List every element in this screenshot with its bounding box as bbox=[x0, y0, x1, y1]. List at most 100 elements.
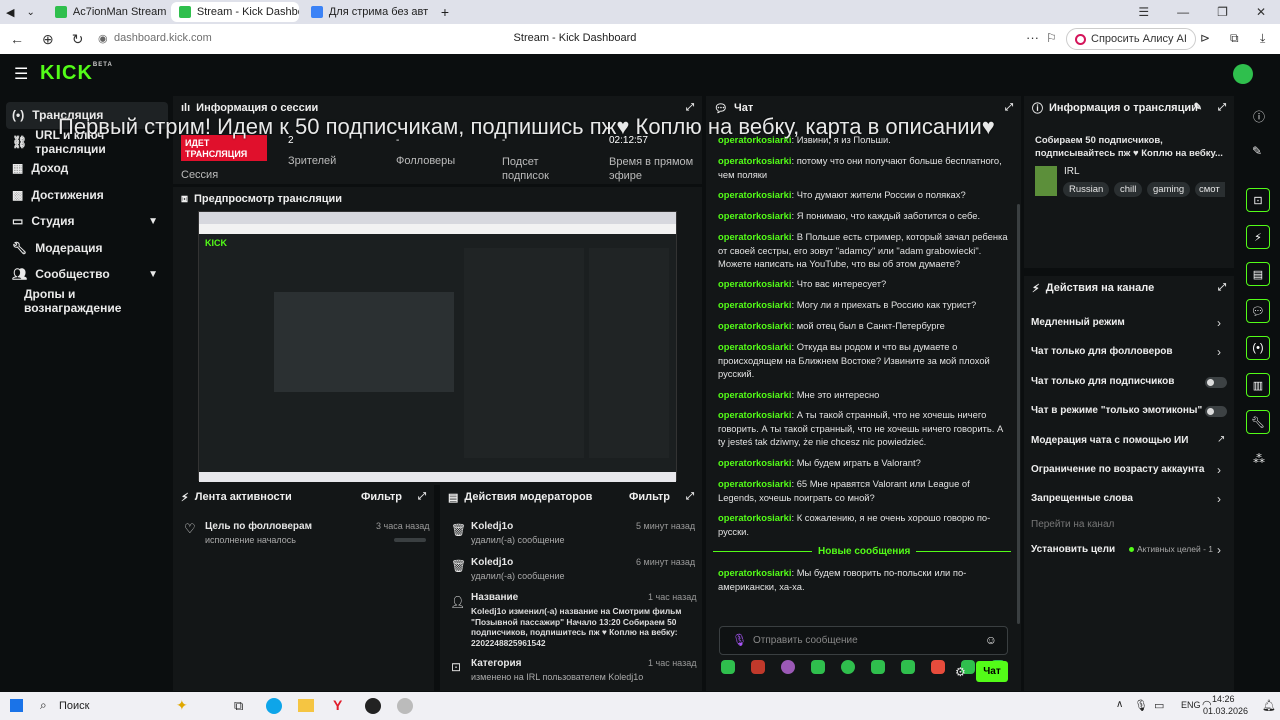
channel-action-subscribers-only: Чат только для подписчиков bbox=[1031, 376, 1175, 387]
chevron-right-icon[interactable]: › bbox=[1217, 543, 1221, 557]
sidebar-item-community[interactable]: 👥︎ Сообщество ▼ bbox=[0, 261, 170, 288]
rail-tools-button[interactable]: 🔧︎ bbox=[1246, 410, 1270, 434]
obs-icon[interactable] bbox=[397, 698, 413, 714]
channel-action-followers-only[interactable]: Чат только для фолловеров bbox=[1031, 346, 1173, 357]
expand-icon[interactable]: ⤢ bbox=[418, 491, 426, 502]
rail-lightning-button[interactable]: ⚡︎ bbox=[1246, 225, 1270, 249]
sidebar-item-drops[interactable]: Дропы и вознаграждение bbox=[0, 287, 170, 315]
expand-icon[interactable]: ⤢ bbox=[1218, 102, 1226, 113]
taskbar-search[interactable]: Поиск bbox=[59, 700, 89, 712]
sidebar-item-studio[interactable]: ▭ Студия ▼ bbox=[0, 208, 170, 235]
tag-chip[interactable]: Russian bbox=[1063, 182, 1110, 197]
emote-icon[interactable] bbox=[841, 660, 855, 674]
stream-info-header: ⓘ Информация о трансляции ✎ ⤢ bbox=[1032, 102, 1226, 115]
channel-action-slow-mode[interactable]: Медленный режим bbox=[1031, 317, 1125, 328]
new-messages-label[interactable]: Новые сообщения bbox=[812, 546, 917, 557]
clock-date[interactable]: 01.03.2026 bbox=[1203, 706, 1248, 716]
stream-info-text: Собираем 50 подписчиков, подписывайтесь … bbox=[1035, 135, 1223, 159]
emote-icon[interactable] bbox=[871, 660, 885, 674]
minimize-button[interactable]: — bbox=[1177, 5, 1189, 19]
emote-icon[interactable] bbox=[721, 660, 735, 674]
yandex-browser-icon[interactable]: Y bbox=[333, 697, 342, 713]
pencil-icon[interactable]: ✎ bbox=[1194, 102, 1202, 113]
app-icon[interactable] bbox=[365, 698, 381, 714]
expand-icon[interactable]: ⤢ bbox=[686, 491, 694, 502]
sidebar-item-achievements[interactable]: ▩ Достижения bbox=[0, 182, 170, 209]
rail-chat-button[interactable]: 💬︎ bbox=[1246, 299, 1270, 323]
kick-logo[interactable]: KICKBETA bbox=[40, 62, 113, 85]
tag-chip[interactable]: chill bbox=[1114, 182, 1143, 197]
avatar[interactable] bbox=[1233, 64, 1253, 84]
bookmark-icon[interactable]: ⚐ bbox=[1046, 31, 1057, 45]
chat-input-placeholder: Отправить сообщение bbox=[753, 635, 858, 646]
chat-settings-icon[interactable]: ⚙ bbox=[955, 665, 966, 679]
microphone-icon[interactable]: 🎙︎ bbox=[732, 633, 747, 647]
media-icon[interactable]: ⊳ bbox=[1200, 31, 1210, 45]
rail-notes-button[interactable]: ▤ bbox=[1246, 262, 1270, 286]
network-icon[interactable]: ▭ bbox=[1154, 699, 1164, 712]
maximize-button[interactable]: ❐ bbox=[1217, 5, 1228, 19]
emote-icon[interactable] bbox=[931, 660, 945, 674]
menu-icon[interactable]: ☰ bbox=[14, 64, 28, 84]
download-icon[interactable]: ⤓ bbox=[1260, 31, 1265, 46]
external-link-icon[interactable]: ↗ bbox=[1217, 434, 1225, 445]
collections-icon[interactable]: ⧉ bbox=[1230, 31, 1239, 46]
explorer-icon[interactable] bbox=[298, 699, 314, 712]
subscribers-only-toggle[interactable] bbox=[1205, 377, 1227, 388]
clock-time[interactable]: 14:26 bbox=[1212, 694, 1235, 704]
close-window-button[interactable]: ✕ bbox=[1256, 5, 1266, 19]
notifications-icon[interactable]: 🔔︎ bbox=[1262, 699, 1276, 712]
bookmarks-icon[interactable]: ☰ bbox=[1138, 5, 1149, 19]
chevron-right-icon[interactable]: › bbox=[1217, 463, 1221, 477]
sidebar-item-moderation[interactable]: 🔧︎ Модерация bbox=[0, 235, 170, 262]
expand-icon[interactable]: ⤢ bbox=[1005, 102, 1013, 113]
info-icon[interactable]: ⓘ bbox=[1253, 108, 1265, 125]
task-view-icon[interactable]: ⧉ bbox=[234, 698, 243, 714]
emote-icon[interactable] bbox=[811, 660, 825, 674]
ask-alice-button[interactable]: Спросить Алису AI bbox=[1066, 28, 1196, 50]
rail-broadcast-button[interactable]: (•) bbox=[1246, 336, 1270, 360]
input-language[interactable]: ENG bbox=[1181, 700, 1201, 710]
channel-action-banned-words[interactable]: Запрещенные слова bbox=[1031, 493, 1133, 504]
browser-tab-other[interactable]: Для стрима без авт ♪ × bbox=[303, 2, 431, 22]
chat-input-box[interactable]: 🎙︎ Отправить сообщение ☺ bbox=[719, 626, 1008, 655]
emoji-icon[interactable]: ☺ bbox=[985, 633, 997, 647]
chat-send-button[interactable]: Чат bbox=[976, 661, 1008, 682]
chevron-right-icon[interactable]: › bbox=[1217, 492, 1221, 506]
emote-icon[interactable] bbox=[751, 660, 765, 674]
edge-icon[interactable] bbox=[266, 698, 282, 714]
search-icon[interactable]: ⌕ bbox=[40, 698, 47, 713]
set-goals-label[interactable]: Установить цели bbox=[1031, 544, 1115, 555]
stream-preview-video[interactable]: KICK bbox=[198, 211, 677, 482]
sidebar-item-income[interactable]: ▦ Доход bbox=[0, 155, 170, 182]
more-options-icon[interactable]: ··· bbox=[1026, 30, 1039, 45]
browser-tab-watch[interactable]: Ac7ionMan Stream - Watc bbox=[47, 2, 167, 22]
emote-icon[interactable] bbox=[781, 660, 795, 674]
chat-scrollbar[interactable] bbox=[1017, 204, 1020, 624]
mod-filter-button[interactable]: Фильтр bbox=[629, 491, 670, 503]
activity-filter-button[interactable]: Фильтр bbox=[361, 491, 402, 503]
browser-tab-dashboard[interactable]: Stream - Kick Dashboar bbox=[170, 2, 299, 22]
tray-chevron-icon[interactable]: ∧ bbox=[1116, 699, 1123, 710]
chevron-right-icon[interactable]: › bbox=[1217, 345, 1221, 359]
new-tab-button[interactable]: + bbox=[441, 4, 449, 20]
rail-storage-button[interactable]: ▥ bbox=[1246, 373, 1270, 397]
microphone-icon[interactable]: 🎙︎ bbox=[1134, 699, 1148, 712]
chevron-right-icon[interactable]: › bbox=[1217, 316, 1221, 330]
tag-chip[interactable]: gaming bbox=[1147, 182, 1191, 197]
windows-start-icon[interactable] bbox=[10, 699, 23, 712]
emote-icon[interactable] bbox=[901, 660, 915, 674]
rail-camera-button[interactable]: ⊡ bbox=[1246, 188, 1270, 212]
pencil-icon[interactable]: ✎ bbox=[1252, 144, 1262, 158]
emote-only-toggle[interactable] bbox=[1205, 406, 1227, 417]
channel-action-ai-moderation[interactable]: Модерация чата с помощью ИИ bbox=[1031, 435, 1188, 446]
expand-icon[interactable]: ⤢ bbox=[686, 102, 694, 113]
tab-list-chevron-icon[interactable]: ⌄ bbox=[26, 7, 34, 18]
expand-icon[interactable]: ⤢ bbox=[1218, 282, 1226, 293]
tag-chip[interactable]: смот bbox=[1195, 182, 1225, 197]
go-to-channel-link[interactable]: Перейти на канал bbox=[1031, 519, 1114, 530]
mod-item-user: Koledj1o bbox=[471, 557, 514, 568]
channel-action-age-limit[interactable]: Ограничение по возрасту аккаунта bbox=[1031, 464, 1205, 475]
speaker-icon[interactable]: ◀︎ bbox=[6, 6, 14, 19]
nodes-icon[interactable]: ⁂ bbox=[1253, 452, 1265, 466]
